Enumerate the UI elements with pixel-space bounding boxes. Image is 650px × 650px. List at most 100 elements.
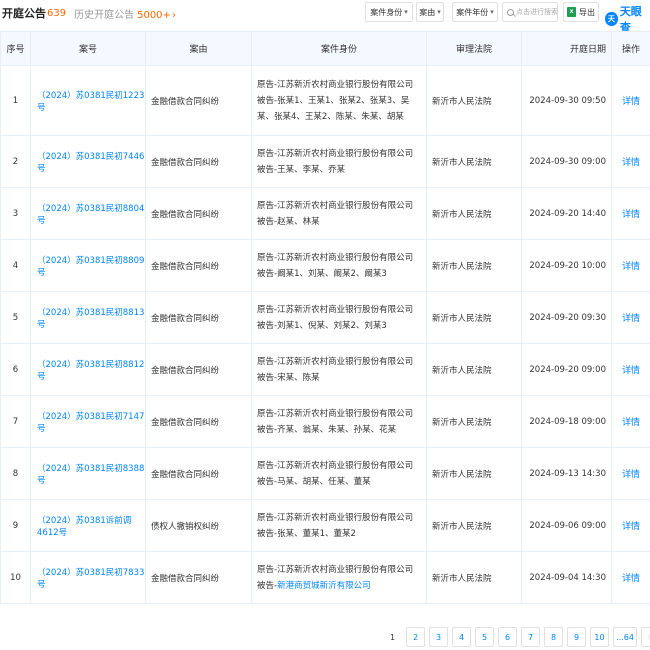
row-index: 8 [0, 447, 31, 500]
details-link[interactable]: 详情 [611, 395, 650, 448]
details-link[interactable]: 详情 [611, 343, 650, 396]
court-name: 新沂市人民法院 [426, 551, 522, 604]
search-input[interactable] [516, 8, 558, 16]
table-row: 8 （2024）苏0381民初8388号 金融借款合同纠纷 原告-江苏新沂农村商… [0, 447, 650, 500]
case-cause: 金融借款合同纠纷 [145, 65, 252, 136]
details-link[interactable]: 详情 [611, 447, 650, 500]
case-cause: 金融借款合同纠纷 [145, 447, 252, 500]
court-name: 新沂市人民法院 [426, 447, 522, 500]
row-index: 7 [0, 395, 31, 448]
defendant: 被告-马某、胡某、任某、董某 [257, 476, 371, 487]
case-parties: 原告-江苏新沂农村商业银行股份有限公司 被告-刘某1、倪某、刘某2、刘某3 [251, 291, 427, 344]
filter-year-dropdown[interactable]: 案件年份 ▾ [452, 2, 498, 22]
page-button[interactable]: 9 [567, 627, 586, 647]
table-row: 3 （2024）苏0381民初8804号 金融借款合同纠纷 原告-江苏新沂农村商… [0, 187, 650, 240]
column-header: 开庭日期 [521, 31, 612, 66]
plaintiff: 原告-江苏新沂农村商业银行股份有限公司 [257, 79, 414, 90]
chevron-right-icon: › [171, 9, 176, 21]
plaintiff: 原告-江苏新沂农村商业银行股份有限公司 [257, 460, 414, 471]
page-button[interactable]: 6 [498, 627, 517, 647]
case-cause: 金融借款合同纠纷 [145, 291, 252, 344]
hearing-date: 2024-09-20 09:30 [521, 291, 612, 344]
page-button[interactable]: 10 [590, 627, 609, 647]
defendant: 被告-张某、董某1、董某2 [257, 528, 356, 539]
page-button[interactable]: 4 [452, 627, 471, 647]
case-number-link[interactable]: （2024）苏0381民初8809号 [30, 239, 146, 292]
plaintiff: 原告-江苏新沂农村商业银行股份有限公司 [257, 200, 414, 211]
case-parties: 原告-江苏新沂农村商业银行股份有限公司 被告-新港商贸城新沂有限公司 [251, 551, 427, 604]
table-header-row: 序号 案号 案由 案件身份 审理法院 开庭日期 操作 [0, 31, 650, 66]
case-number-link[interactable]: （2024）苏0381民初8388号 [30, 447, 146, 500]
details-link[interactable]: 详情 [611, 187, 650, 240]
row-index: 3 [0, 187, 31, 240]
case-number-link[interactable]: （2024）苏0381民初7147号 [30, 395, 146, 448]
section-count: 639 [47, 7, 67, 19]
case-parties: 原告-江苏新沂农村商业银行股份有限公司 被告-齐某、翁某、朱某、孙某、花某 [251, 395, 427, 448]
court-name: 新沂市人民法院 [426, 499, 522, 552]
export-label: 导出 [579, 7, 595, 17]
case-number-link[interactable]: （2024）苏0381民初7446号 [30, 135, 146, 188]
page-button[interactable]: 3 [429, 627, 448, 647]
row-index: 6 [0, 343, 31, 396]
row-index: 10 [0, 551, 31, 604]
page-button[interactable]: 5 [475, 627, 494, 647]
page-button[interactable]: 2 [406, 627, 425, 647]
hearing-date: 2024-09-20 14:40 [521, 187, 612, 240]
case-cause: 金融借款合同纠纷 [145, 187, 252, 240]
case-parties: 原告-江苏新沂农村商业银行股份有限公司 被告-张某、董某1、董某2 [251, 499, 427, 552]
details-link[interactable]: 详情 [611, 65, 650, 136]
defendant: 被告-齐某、翁某、朱某、孙某、花某 [257, 424, 397, 435]
page-button-last[interactable]: ...64 [613, 627, 637, 647]
row-index: 4 [0, 239, 31, 292]
case-number-link[interactable]: （2024）苏0381民初8812号 [30, 343, 146, 396]
page-button-current[interactable]: 1 [383, 627, 402, 647]
case-parties: 原告-江苏新沂农村商业银行股份有限公司 被告-赵某、林某 [251, 187, 427, 240]
details-link[interactable]: 详情 [611, 551, 650, 604]
search-box[interactable] [502, 2, 558, 22]
plaintiff: 原告-江苏新沂农村商业银行股份有限公司 [257, 304, 414, 315]
caret-down-icon: ▾ [437, 8, 441, 16]
case-number-link[interactable]: （2024）苏0381民初1223号 [30, 65, 146, 136]
filter-cause-dropdown[interactable]: 案由 ▾ [416, 2, 444, 22]
column-header: 审理法院 [426, 31, 522, 66]
excel-icon: x [567, 7, 576, 17]
plaintiff: 原告-江苏新沂农村商业银行股份有限公司 [257, 512, 414, 523]
hearing-date: 2024-09-06 09:00 [521, 499, 612, 552]
details-link[interactable]: 详情 [611, 239, 650, 292]
case-number-link[interactable]: （2024）苏0381民初8804号 [30, 187, 146, 240]
filter-identity-dropdown[interactable]: 案件身份 ▾ [365, 2, 413, 22]
plaintiff: 原告-江苏新沂农村商业银行股份有限公司 [257, 408, 414, 419]
case-number-link[interactable]: （2024）苏0381诉前调4612号 [30, 499, 146, 552]
case-cause: 金融借款合同纠纷 [145, 395, 252, 448]
export-button[interactable]: x 导出 [563, 2, 599, 22]
defendant-company-link[interactable]: 新港商贸城新沂有限公司 [277, 581, 371, 591]
page-button[interactable]: 7 [521, 627, 540, 647]
row-index: 1 [0, 65, 31, 136]
defendant-prefix: 被告- [257, 580, 278, 591]
defendant: 被告-王某、李某、乔某 [257, 164, 346, 175]
column-header: 案由 [145, 31, 252, 66]
history-link[interactable]: 历史开庭公告 5000+› [74, 6, 176, 21]
case-parties: 原告-江苏新沂农村商业银行股份有限公司 被告-王某、李某、乔某 [251, 135, 427, 188]
column-header: 案件身份 [251, 31, 427, 66]
filter-cause-label: 案由 [419, 7, 436, 17]
details-link[interactable]: 详情 [611, 499, 650, 552]
caret-down-icon: ▾ [404, 8, 408, 16]
court-name: 新沂市人民法院 [426, 135, 522, 188]
case-parties: 原告-江苏新沂农村商业银行股份有限公司 被告-阚某1、刘某、阚某2、阚某3 [251, 239, 427, 292]
pagination: 1 2 3 4 5 6 7 8 9 10 ...64 › [383, 627, 650, 647]
case-number-link[interactable]: （2024）苏0381民初7833号 [30, 551, 146, 604]
case-number-link[interactable]: （2024）苏0381民初8813号 [30, 291, 146, 344]
column-header: 序号 [0, 31, 31, 66]
table-row: 7 （2024）苏0381民初7147号 金融借款合同纠纷 原告-江苏新沂农村商… [0, 395, 650, 448]
next-page-button[interactable]: › [641, 627, 650, 647]
table-row: 1 （2024）苏0381民初1223号 金融借款合同纠纷 原告-江苏新沂农村商… [0, 65, 650, 136]
details-link[interactable]: 详情 [611, 291, 650, 344]
plaintiff: 原告-江苏新沂农村商业银行股份有限公司 [257, 148, 414, 159]
case-cause: 金融借款合同纠纷 [145, 135, 252, 188]
page-button[interactable]: 8 [544, 627, 563, 647]
court-name: 新沂市人民法院 [426, 187, 522, 240]
row-index: 9 [0, 499, 31, 552]
details-link[interactable]: 详情 [611, 135, 650, 188]
hearing-date: 2024-09-13 14:30 [521, 447, 612, 500]
